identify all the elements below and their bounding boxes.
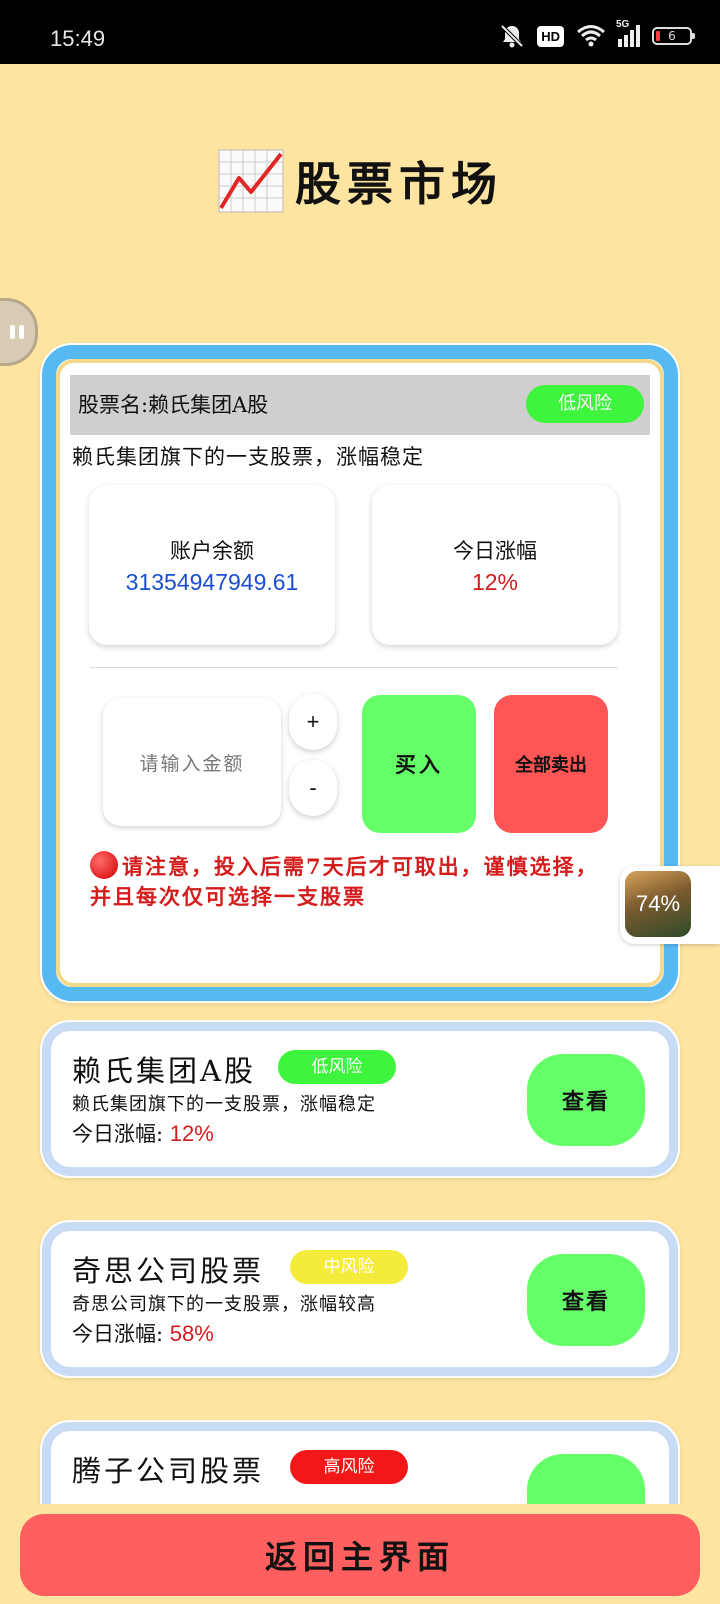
stock-item-desc: 奇思公司旗下的一支股票，涨幅较高 [72,1294,376,1315]
warning-notice: 请注意，投入后需7天后才可取出，谨慎选择，并且每次仅可选择一支股票 [90,851,610,912]
rise-value: 12% [169,1121,214,1146]
pause-icon [10,325,24,339]
stock-list-item: 赖氏集团A股 低风险 赖氏集团旗下的一支股票，涨幅稳定 今日涨幅: 12% 查看 [40,1020,680,1178]
balance-label: 账户余额 [170,539,254,563]
video-thumbnail: 74% [625,871,691,937]
battery-icon: 6 [652,27,695,45]
stock-item-rise: 今日涨幅: 12% [72,1118,214,1148]
status-icons: HD 5G 6 [499,19,695,50]
hd-icon: HD [537,25,564,47]
page-title-text: 股票市场 [295,157,503,211]
view-button[interactable]: 查看 [527,1054,645,1146]
balance-box: 账户余额 31354947949.61 [89,485,335,645]
signal-5g-icon: 5G [616,19,640,47]
stock-list: 赖氏集团A股 低风险 赖氏集团旗下的一支股票，涨幅稳定 今日涨幅: 12% 查看… [0,1020,720,1504]
risk-badge: 中风险 [290,1250,408,1284]
stock-item-name: 奇思公司股票 [72,1254,265,1288]
sell-all-button[interactable]: 全部卖出 [494,695,608,833]
warning-text: 请注意，投入后需7天后才可取出，谨慎选择，并且每次仅可选择一支股票 [90,854,599,909]
buy-button[interactable]: 买入 [362,695,476,833]
stock-item-rise: 今日涨幅: 58% [72,1318,214,1348]
rise-label: 今日涨幅 [453,539,537,563]
decrease-button[interactable]: - [289,760,337,816]
status-time: 15:49 [50,26,106,51]
stock-item-desc: 赖氏集团旗下的一支股票，涨幅稳定 [72,1094,376,1115]
stock-detail-card: 股票名:赖氏集团A股 低风险 赖氏集团旗下的一支股票，涨幅稳定 账户余额 313… [40,343,680,1003]
rise-box: 今日涨幅 12% [372,485,618,645]
stock-list-item: 奇思公司股票 中风险 奇思公司旗下的一支股票，涨幅较高 今日涨幅: 58% 查看 [40,1220,680,1378]
status-bar: 15:49 HD 5G 6 [0,0,720,64]
stock-description: 赖氏集团旗下的一支股票，涨幅稳定 [72,445,424,469]
network-label: 5G [616,19,630,30]
video-progress: 74% [635,891,681,916]
amount-input[interactable]: 请输入金额 [103,698,281,826]
rise-value: 58% [169,1321,214,1346]
stock-name: 股票名:赖氏集团A股 [78,393,269,417]
mute-bell-icon [500,24,524,48]
view-button[interactable] [527,1454,645,1504]
stock-list-item: 腾子公司股票 高风险 [40,1420,680,1504]
stock-item-name: 腾子公司股票 [72,1454,265,1488]
rise-label: 今日涨幅: [72,1122,164,1146]
chart-increasing-icon [218,149,284,213]
balance-value: 31354947949.61 [125,569,299,595]
red-circle-icon [90,851,118,879]
floating-pause-button[interactable] [0,298,38,366]
risk-badge: 高风险 [290,1450,408,1484]
rise-label: 今日涨幅: [72,1322,164,1346]
return-main-button[interactable]: 返回主界面 [20,1514,700,1596]
risk-badge: 低风险 [526,385,644,423]
increase-button[interactable]: + [289,694,337,750]
floating-video-bubble[interactable]: 74% [620,866,720,944]
wifi-icon [577,25,605,47]
stock-item-name: 赖氏集团A股 [72,1054,256,1088]
page-title: 股票市场 [0,148,720,214]
risk-badge: 低风险 [278,1050,396,1084]
stock-header: 股票名:赖氏集团A股 低风险 [70,375,650,435]
divider [90,667,618,668]
rise-value: 12% [471,569,519,595]
view-button[interactable]: 查看 [527,1254,645,1346]
